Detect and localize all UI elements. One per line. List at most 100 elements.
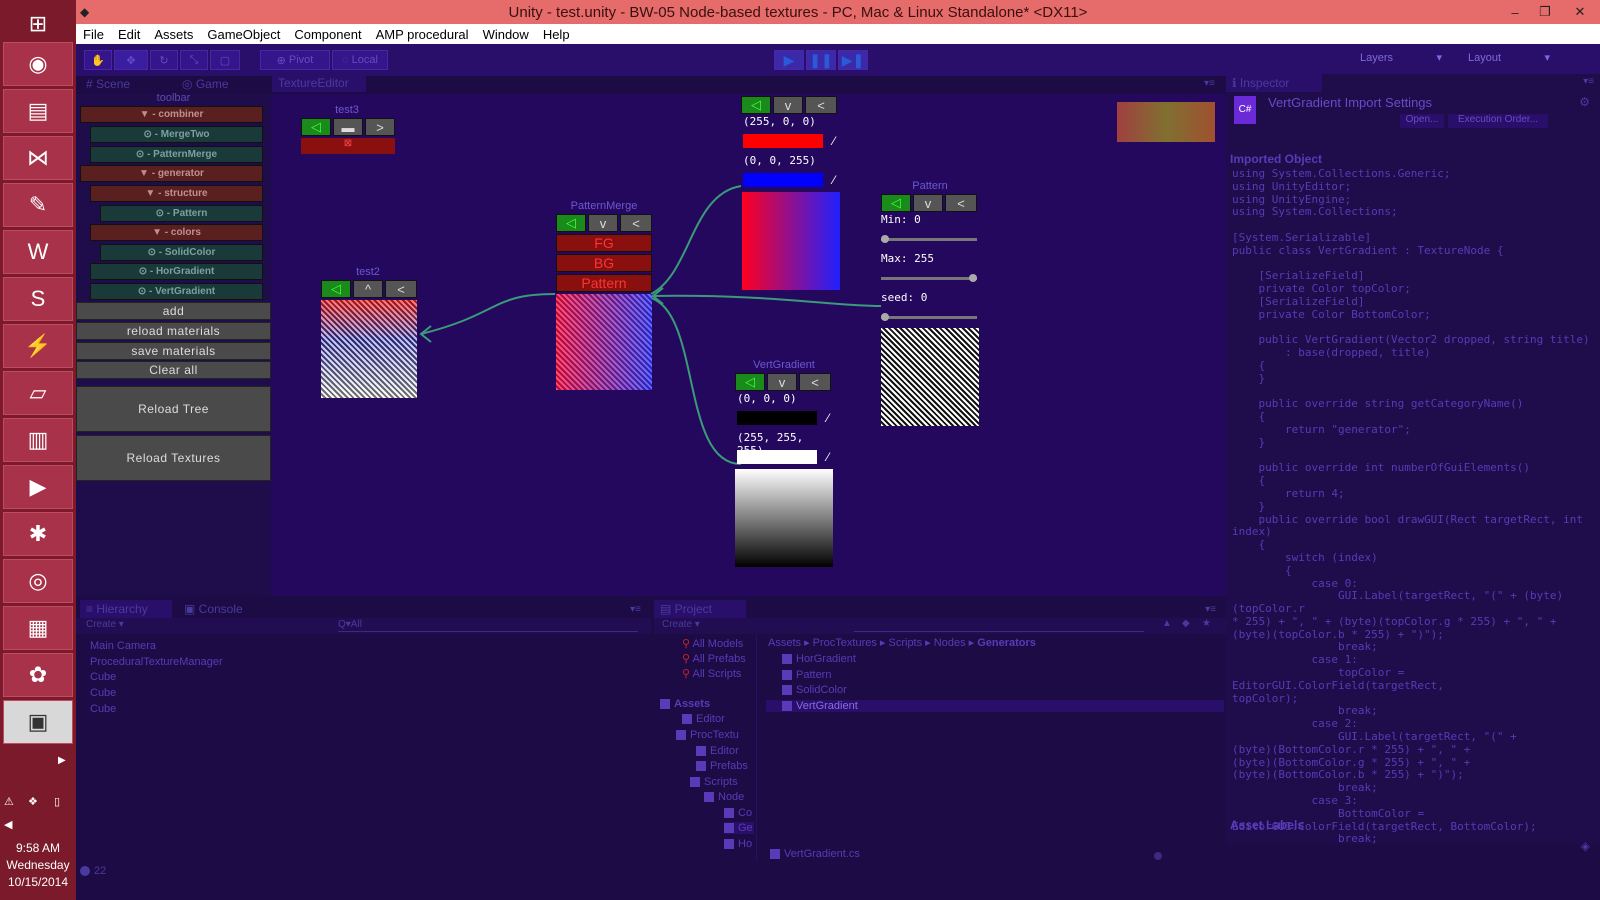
menu-help[interactable]: Help <box>536 27 577 42</box>
maximize-button[interactable]: ❐ <box>1530 4 1560 20</box>
panel-menu-icon[interactable]: ▾≡ <box>1204 78 1215 89</box>
node-test3[interactable]: test3 ◁ ▬ > ⊠ <box>299 104 395 154</box>
node-collapse-button[interactable]: v <box>773 96 803 114</box>
hierarchy-item[interactable]: Main Camera <box>90 640 156 652</box>
move-tool-icon[interactable]: ✥ <box>114 50 148 70</box>
file-pattern[interactable]: Pattern <box>782 669 831 681</box>
tag-icon[interactable]: ◈ <box>1581 839 1590 853</box>
layers-dropdown[interactable]: Layers ▾ <box>1352 50 1448 66</box>
steam-icon[interactable]: ◎ <box>3 559 73 603</box>
icon-size-slider[interactable] <box>1154 852 1162 860</box>
hierarchy-create-button[interactable]: Create ▾ <box>86 619 124 630</box>
panel-menu-icon[interactable]: ▾≡ <box>1205 604 1216 615</box>
rect-tool-icon[interactable]: ▢ <box>210 50 240 70</box>
filter-type-icon[interactable]: ▲ <box>1162 618 1172 629</box>
tray-expand-icon[interactable]: ▶ <box>58 755 66 766</box>
breadcrumb-item[interactable]: ProcTextures <box>813 637 877 649</box>
color2-field[interactable] <box>743 173 823 187</box>
eyedropper-icon[interactable]: ⁄ <box>821 411 835 425</box>
hand-tool-icon[interactable]: ✋ <box>84 50 112 70</box>
node-pattern-merge[interactable]: PatternMerge ◁ v < FG BG Pattern <box>554 200 654 390</box>
execution-order-button[interactable]: Execution Order... <box>1448 114 1548 128</box>
node-output-button[interactable]: ◁ <box>556 214 586 232</box>
scale-tool-icon[interactable]: ⤡ <box>180 50 208 70</box>
node-error-icon[interactable]: ⊠ <box>301 138 395 154</box>
tab-hierarchy[interactable]: ≡ Hierarchy <box>80 600 172 618</box>
filter-label-icon[interactable]: ◆ <box>1182 618 1190 629</box>
project-search-input[interactable] <box>854 631 1144 632</box>
node-editor-canvas[interactable]: test3 ◁ ▬ > ⊠ test2 ◁ ^ < PatternMerge ◁… <box>271 94 1226 596</box>
menu-gameobject[interactable]: GameObject <box>200 27 287 42</box>
color2-field[interactable] <box>737 450 817 464</box>
menu-edit[interactable]: Edit <box>111 27 147 42</box>
max-slider[interactable] <box>881 274 977 282</box>
panel-menu-icon[interactable]: ▾≡ <box>630 604 641 615</box>
node-output-button[interactable]: ◁ <box>741 96 771 114</box>
menu-file[interactable]: File <box>76 27 111 42</box>
folder-helper[interactable]: Ho <box>724 838 752 850</box>
menu-amp-procedural[interactable]: AMP procedural <box>369 27 476 42</box>
menu-component[interactable]: Component <box>287 27 368 42</box>
eyedropper-icon[interactable]: ⁄ <box>821 450 835 464</box>
tab-console[interactable]: ▣ Console <box>178 600 249 618</box>
open-button[interactable]: Open... <box>1400 114 1444 128</box>
node-collapse-button[interactable]: v <box>913 194 943 212</box>
calculator-icon[interactable]: ▦ <box>3 606 73 650</box>
folder-scripts[interactable]: Scripts <box>690 776 738 788</box>
file-explorer-icon[interactable]: ▤ <box>3 89 73 133</box>
hierarchy-search-input[interactable]: Q▾All <box>338 619 638 632</box>
menu-assets[interactable]: Assets <box>147 27 200 42</box>
step-button[interactable]: ▶❚ <box>838 50 868 70</box>
breadcrumb-item[interactable]: Generators <box>977 637 1036 649</box>
tab-scene[interactable]: # Scene <box>80 75 136 93</box>
notepad-icon[interactable]: ▱ <box>3 371 73 415</box>
node-hor-gradient[interactable]: ◁ v < (255, 0, 0) ⁄ (0, 0, 255) ⁄ <box>739 94 841 290</box>
color1-field[interactable] <box>743 134 823 148</box>
pivot-toggle[interactable]: ⊕ Pivot <box>260 50 330 70</box>
folder-generators[interactable]: Ge <box>724 822 754 834</box>
node-collapse-button[interactable]: v <box>588 214 618 232</box>
favorite-all-models[interactable]: ⚲ All Models <box>682 637 743 650</box>
color1-field[interactable] <box>737 411 817 425</box>
seed-slider-knob[interactable] <box>881 313 889 321</box>
node-prev-button[interactable]: < <box>945 194 977 212</box>
node-expand-button[interactable]: ^ <box>353 280 383 298</box>
unity-icon[interactable]: ▣ <box>3 700 73 744</box>
node-prev-button[interactable]: < <box>805 96 837 114</box>
gimp-icon[interactable]: ✎ <box>3 183 73 227</box>
close-button[interactable]: ✕ <box>1560 4 1600 20</box>
play-button[interactable]: ▶ <box>774 50 804 70</box>
skype-icon[interactable]: S <box>3 277 73 321</box>
dropbox-icon[interactable]: ❖ <box>28 795 38 808</box>
node-pattern[interactable]: Pattern ◁ v < Min: 0 Max: 255 seed: 0 <box>879 180 981 430</box>
node-test2[interactable]: test2 ◁ ^ < <box>319 266 417 398</box>
min-slider[interactable] <box>881 235 977 243</box>
tab-inspector[interactable]: ℹ Inspector <box>1226 74 1322 92</box>
min-slider-knob[interactable] <box>881 235 889 243</box>
folder-prefabs[interactable]: Prefabs <box>696 760 748 772</box>
file-vertgradient[interactable]: VertGradient <box>766 700 1224 712</box>
tab-texture-editor[interactable]: TextureEditor <box>272 74 366 92</box>
node-next-button[interactable]: > <box>365 118 395 136</box>
node-prev-button[interactable]: < <box>799 373 831 391</box>
input-pattern-slot[interactable]: Pattern <box>556 274 652 292</box>
breadcrumb-item[interactable]: Nodes <box>934 637 966 649</box>
thunderbolt-icon[interactable]: ⚡ <box>3 324 73 368</box>
folder-editor[interactable]: Editor <box>682 713 725 725</box>
winrar-icon[interactable]: ▥ <box>3 418 73 462</box>
project-create-button[interactable]: Create ▾ <box>662 619 700 630</box>
tree-vertgradient[interactable]: ⊙ - VertGradient <box>90 283 263 300</box>
clear-all-button[interactable]: Clear all <box>76 361 271 379</box>
node-output-button[interactable]: ◁ <box>881 194 911 212</box>
tree-combiner[interactable]: ▼ - combiner <box>80 106 263 123</box>
file-horgradient[interactable]: HorGradient <box>782 653 856 665</box>
menu-window[interactable]: Window <box>476 27 536 42</box>
reload-tree-button[interactable]: Reload Tree <box>76 386 271 432</box>
node-prev-button[interactable]: < <box>385 280 417 298</box>
tree-horgradient[interactable]: ⊙ - HorGradient <box>90 263 263 280</box>
node-collapse-button[interactable]: ▬ <box>333 118 363 136</box>
save-materials-button[interactable]: save materials <box>76 342 271 360</box>
local-toggle[interactable]: ◌ Local <box>332 50 388 70</box>
hierarchy-item[interactable]: ProceduralTextureManager <box>90 656 223 668</box>
paint-icon[interactable]: ✿ <box>3 653 73 697</box>
